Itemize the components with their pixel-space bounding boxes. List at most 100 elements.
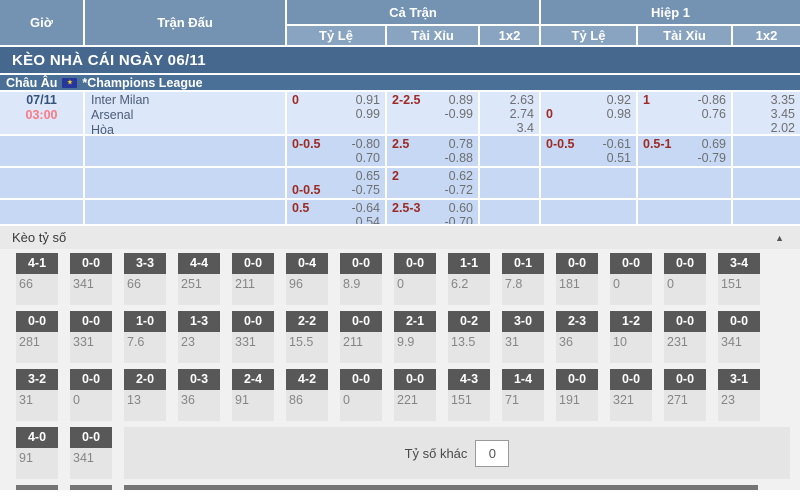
match-cell xyxy=(85,168,287,198)
ct-1x2-cell[interactable] xyxy=(480,136,541,166)
score-tile[interactable]: 3-123 xyxy=(718,369,760,421)
h1-ou-cell[interactable] xyxy=(638,200,733,224)
score-tile[interactable]: 4-286 xyxy=(286,369,328,421)
ct-ou-cell[interactable]: 2.5-30.60-0.70 xyxy=(387,200,480,224)
score-tile[interactable]: 1-07.6 xyxy=(124,311,166,363)
score-tile[interactable]: 0-0211 xyxy=(340,311,382,363)
score-tile[interactable]: 3-366 xyxy=(124,253,166,305)
h1-hdp-cell[interactable]: 0-0.5-0.610.51 xyxy=(541,136,638,166)
h1-hdp-cell[interactable]: 0.9200.98 xyxy=(541,92,638,134)
score-tile[interactable]: 4-166 xyxy=(16,253,58,305)
score-tile[interactable]: 0-0331 xyxy=(232,311,274,363)
score-tile[interactable]: 0-17.8 xyxy=(502,253,544,305)
ct-hdp-cell[interactable]: 0.650-0.5-0.75 xyxy=(287,168,387,198)
score-tile[interactable]: 3-231 xyxy=(16,369,58,421)
odds-value: -0.72 xyxy=(445,183,474,197)
h1-ou-cell[interactable]: 0.5-10.69-0.79 xyxy=(638,136,733,166)
ct-1x2-cell[interactable]: 2.632.743.4 xyxy=(480,92,541,134)
ct-hdp-cell[interactable]: 0.5-0.640.54 xyxy=(287,200,387,224)
score-tile[interactable]: 2-491 xyxy=(232,369,274,421)
score-tile[interactable]: 0-0281 xyxy=(16,311,58,363)
h1-hdp-cell[interactable] xyxy=(541,200,638,224)
score-tile[interactable]: 0-0341 xyxy=(70,253,112,305)
score-tile[interactable]: 1-323 xyxy=(178,311,220,363)
score-tile[interactable]: 2-215.5 xyxy=(286,311,328,363)
score-tile[interactable]: 0-0181 xyxy=(556,253,598,305)
h1-1x2-cell[interactable] xyxy=(733,200,800,224)
ct-hdp-cell[interactable]: 00.910.99 xyxy=(287,92,387,134)
odds-line: 00.98 xyxy=(546,107,631,121)
handicap-label: 0.5 xyxy=(292,201,309,215)
header-odds-half: Tỷ Lệ xyxy=(541,26,638,45)
odds-value: 2.74 xyxy=(510,107,534,121)
odds-line: 0.5-10.69 xyxy=(643,137,726,151)
other-score-input[interactable]: 0 xyxy=(475,440,509,467)
score-label: 1-3 xyxy=(178,311,220,332)
score-tile[interactable]: 0-00 xyxy=(70,369,112,421)
h1-1x2-cell[interactable] xyxy=(733,168,800,198)
score-tile[interactable]: 4-4251 xyxy=(178,253,220,305)
score-tile[interactable]: 2-336 xyxy=(556,311,598,363)
score-tile[interactable]: 1-471 xyxy=(502,369,544,421)
score-tile[interactable]: 2-013 xyxy=(124,369,166,421)
league-row[interactable]: Châu Âu ★ *Champions League xyxy=(0,75,800,92)
odds-line: 0-0.5-0.80 xyxy=(292,137,380,151)
score-tile[interactable]: 4-091 xyxy=(16,427,58,479)
score-odds-value: 281 xyxy=(16,332,58,349)
score-tile[interactable]: 0-00 xyxy=(664,253,706,305)
score-tile[interactable]: 1-210 xyxy=(610,311,652,363)
score-tile[interactable]: 0-0211 xyxy=(232,253,274,305)
score-tile[interactable]: 4-3151 xyxy=(448,369,490,421)
score-odds-value: 211 xyxy=(232,274,274,291)
score-odds-value: 8.9 xyxy=(340,274,382,291)
h1-1x2-cell[interactable]: 3.353.452.02 xyxy=(733,92,800,134)
score-tile[interactable]: 2-19.9 xyxy=(394,311,436,363)
score-tile xyxy=(16,485,58,490)
score-tile[interactable]: 0-0221 xyxy=(394,369,436,421)
score-odds-value: 71 xyxy=(502,390,544,407)
ct-1x2-cell[interactable] xyxy=(480,168,541,198)
score-tile[interactable]: 0-0321 xyxy=(610,369,652,421)
score-tile[interactable]: 0-00 xyxy=(394,253,436,305)
ct-ou-cell[interactable]: 2.50.78-0.88 xyxy=(387,136,480,166)
score-odds-value: 341 xyxy=(70,448,112,465)
score-tile[interactable]: 0-336 xyxy=(178,369,220,421)
ct-hdp-cell[interactable]: 0-0.5-0.800.70 xyxy=(287,136,387,166)
score-label: 2-4 xyxy=(232,369,274,390)
score-tile[interactable]: 3-4151 xyxy=(718,253,760,305)
collapse-icon[interactable]: ▲ xyxy=(775,233,784,243)
1x2-line: 3.45 xyxy=(738,107,795,121)
score-tile[interactable]: 0-00 xyxy=(340,369,382,421)
score-tile[interactable]: 0-213.5 xyxy=(448,311,490,363)
ct-ou-cell[interactable]: 20.62-0.72 xyxy=(387,168,480,198)
score-section-header[interactable]: Kèo tỷ số ▲ xyxy=(0,226,800,249)
score-tile[interactable]: 0-0231 xyxy=(664,311,706,363)
score-tile[interactable]: 3-031 xyxy=(502,311,544,363)
1x2-line: 2.63 xyxy=(485,93,534,107)
odds-line: -0.70 xyxy=(392,215,473,224)
score-tile[interactable]: 0-0331 xyxy=(70,311,112,363)
score-tile[interactable]: 0-496 xyxy=(286,253,328,305)
score-tile[interactable]: 1-16.2 xyxy=(448,253,490,305)
score-tile[interactable]: 0-0341 xyxy=(70,427,112,479)
score-tile[interactable]: 0-0191 xyxy=(556,369,598,421)
ct-1x2-cell[interactable] xyxy=(480,200,541,224)
header-full-match: Cả Trận xyxy=(287,0,541,26)
score-tile[interactable]: 0-08.9 xyxy=(340,253,382,305)
ct-ou-cell[interactable]: 2-2.50.89-0.99 xyxy=(387,92,480,134)
score-odds-value: 181 xyxy=(556,274,598,291)
score-odds-value: 0 xyxy=(340,390,382,407)
h1-hdp-cell[interactable] xyxy=(541,168,638,198)
score-tile[interactable]: 0-00 xyxy=(610,253,652,305)
odds-value: 0.78 xyxy=(449,137,473,151)
h1-ou-cell[interactable]: 1-0.860.76 xyxy=(638,92,733,134)
h1-1x2-cell[interactable] xyxy=(733,136,800,166)
score-odds-value: 91 xyxy=(16,448,58,465)
handicap-label: 0-0.5 xyxy=(292,137,321,151)
odds-row: 07/1103:00Inter MilanArsenalHòa00.910.99… xyxy=(0,92,800,136)
score-tile[interactable]: 0-0341 xyxy=(718,311,760,363)
h1-ou-cell[interactable] xyxy=(638,168,733,198)
score-tile[interactable]: 0-0271 xyxy=(664,369,706,421)
header-overunder-half: Tài Xỉu xyxy=(638,26,733,45)
score-section-title: Kèo tỷ số xyxy=(12,230,66,245)
